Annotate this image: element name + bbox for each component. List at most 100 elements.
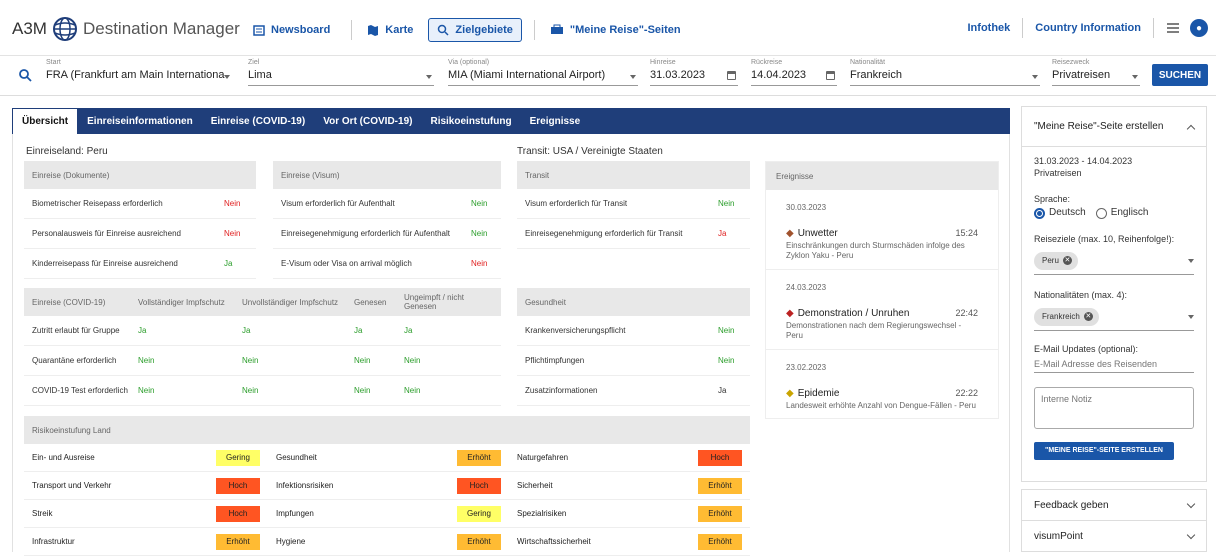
infothek-link[interactable]: Infothek xyxy=(968,22,1011,34)
logo-prefix: A3M xyxy=(12,19,47,38)
risk-level-badge: Gering xyxy=(456,505,501,522)
column-header: Ungeimpft / nicht Genesen xyxy=(404,293,465,311)
tab-risikoeinstufung[interactable]: Risikoeinstufung xyxy=(421,108,520,134)
user-icon[interactable]: ● xyxy=(1190,19,1208,37)
risk-level-badge: Hoch xyxy=(215,505,260,522)
reisezweck-field[interactable]: Reisezweck Privatreisen xyxy=(1052,59,1140,86)
table-row: Zusatzinformationen Ja xyxy=(517,376,750,406)
risk-level-badge: Hoch xyxy=(456,477,501,494)
start-field[interactable]: Start FRA (Frankfurt am Main Internation… xyxy=(46,59,232,86)
meine-reise-button[interactable]: "Meine Reise"-Seiten xyxy=(541,18,690,42)
zielgebiete-label: Zielgebiete xyxy=(455,24,513,36)
panel-header[interactable]: "Meine Reise"-Seite erstellen xyxy=(1022,107,1206,147)
event-item[interactable]: ◆ Demonstration / Unruhen 22:42 Demonstrat… xyxy=(766,304,998,350)
chevron-up-icon[interactable] xyxy=(1186,124,1196,133)
row-value: Ja xyxy=(718,229,727,238)
chevron-down-icon[interactable] xyxy=(224,75,230,79)
nav-divider xyxy=(1022,18,1024,38)
tab-uebersicht[interactable]: Übersicht xyxy=(12,108,79,134)
chip-frankreich[interactable]: Frankreich ✕ xyxy=(1034,307,1099,326)
chevron-down-icon[interactable] xyxy=(1186,530,1196,540)
reisezweck-label: Reisezweck xyxy=(1052,59,1090,66)
row-value: Nein xyxy=(224,229,241,238)
row-label: Personalausweis für Einreise ausreichend xyxy=(32,229,181,238)
chevron-down-icon[interactable] xyxy=(1188,258,1194,263)
tab-ereignisse[interactable]: Ereignisse xyxy=(521,108,590,134)
close-icon[interactable]: ✕ xyxy=(1062,256,1072,265)
reiseziele-label: Reiseziele (max. 10, Reihenfolge!): xyxy=(1034,234,1175,244)
newsboard-button[interactable]: Newsboard xyxy=(244,18,339,42)
ziel-label: Ziel xyxy=(248,59,260,66)
app-title: Destination Manager xyxy=(82,19,240,38)
row-label: Kinderreisepass für Einreise ausreichend xyxy=(32,259,178,268)
rueckreise-label: Rückreise xyxy=(751,59,783,66)
risk-level-badge: Erhöht xyxy=(697,505,742,522)
row-label: Visum erforderlich für Aufenthalt xyxy=(281,199,395,208)
search-button[interactable]: SUCHEN xyxy=(1152,64,1208,86)
row-value: Nein xyxy=(718,356,735,365)
visumpoint-accordion[interactable]: visumPoint xyxy=(1022,521,1206,552)
covid-card: Einreise (COVID-19) Vollständiger Impfsc… xyxy=(24,288,501,406)
app-logo[interactable]: A3M Destination Manager xyxy=(12,16,240,42)
table-row: Visum erforderlich für Aufenthalt Nein xyxy=(273,189,501,219)
table-row: Einreisegenehmigung erforderlich für Auf… xyxy=(273,219,501,249)
chevron-down-icon[interactable] xyxy=(426,75,432,79)
nav-divider xyxy=(351,20,353,40)
hinreise-field[interactable]: Hinreise 31.03.2023 xyxy=(650,59,738,86)
dokumente-header: Einreise (Dokumente) xyxy=(24,161,256,189)
feedback-accordion[interactable]: Feedback geben xyxy=(1022,490,1206,521)
risiko-card: Risikoeinstufung Land Ein- und Ausreise G… xyxy=(24,416,750,556)
row-value: Nein xyxy=(471,199,488,208)
nationalitaet-field[interactable]: Nationalität Frankreich xyxy=(850,59,1040,86)
chevron-down-icon[interactable] xyxy=(1132,75,1138,79)
close-icon[interactable]: ✕ xyxy=(1083,312,1093,321)
table-row: Krankenversicherungspflicht Nein xyxy=(517,316,750,346)
notiz-textarea[interactable] xyxy=(1034,387,1194,429)
transit-header: Transit xyxy=(517,161,750,189)
risk-level-badge: Erhöht xyxy=(697,533,742,550)
menu-icon[interactable] xyxy=(1166,22,1180,34)
tab-einreiseinformationen[interactable]: Einreiseinformationen xyxy=(78,108,202,134)
chevron-down-icon[interactable] xyxy=(630,75,636,79)
country-information-link[interactable]: Country Information xyxy=(1035,22,1141,34)
cell-value: Nein xyxy=(242,356,259,365)
tab-vor-ort-covid[interactable]: Vor Ort (COVID-19) xyxy=(314,108,421,134)
via-field[interactable]: Via (optional) MIA (Miami International … xyxy=(448,59,638,86)
radio-englisch[interactable] xyxy=(1095,207,1107,219)
chip-peru[interactable]: Peru ✕ xyxy=(1034,251,1078,270)
cell-value: Ja xyxy=(242,326,251,335)
chevron-down-icon[interactable] xyxy=(1186,499,1196,508)
search-icon xyxy=(19,69,32,82)
cell-value: Nein xyxy=(138,386,155,395)
risk-label: Spezialrisiken xyxy=(516,509,567,518)
ziel-field[interactable]: Ziel Lima xyxy=(248,59,434,86)
risk-row: Transport und Verkehr Hoch Infektionsrisik… xyxy=(24,472,750,500)
rueckreise-field[interactable]: Rückreise 14.04.2023 xyxy=(751,59,837,86)
zielgebiete-button[interactable]: Zielgebiete xyxy=(428,18,522,42)
visumpoint-label: visumPoint xyxy=(1034,531,1083,542)
calendar-icon[interactable] xyxy=(826,71,835,80)
chevron-down-icon[interactable] xyxy=(1188,314,1194,319)
chevron-down-icon[interactable] xyxy=(1032,75,1038,79)
risk-label: Ein- und Ausreise xyxy=(32,453,95,462)
create-page-button[interactable]: "MEINE REISE"-SEITE ERSTELLEN xyxy=(1034,442,1174,460)
row-label: Zusatzinformationen xyxy=(525,386,598,395)
hinreise-label: Hinreise xyxy=(650,59,676,66)
risk-label: Impfungen xyxy=(275,509,314,518)
risk-label: Sicherheit xyxy=(516,481,553,490)
reiseziele-select[interactable]: Peru ✕ xyxy=(1034,247,1194,275)
calendar-icon[interactable] xyxy=(727,71,736,80)
visum-card: Einreise (Visum) Visum erforderlich für … xyxy=(273,161,501,279)
row-value: Nein xyxy=(224,199,241,208)
row-label: Pflichtimpfungen xyxy=(525,356,585,365)
event-item[interactable]: ◆ Unwetter 15:24 Einschränkungen durch Stu… xyxy=(766,224,998,270)
event-item[interactable]: ◆ Epidemie 22:22 Landesweit erhöhte Anzahl… xyxy=(766,384,998,419)
radio-deutsch[interactable] xyxy=(1034,207,1045,219)
tab-einreise-covid[interactable]: Einreise (COVID-19) xyxy=(202,108,314,134)
meine-reise-label: "Meine Reise"-Seiten xyxy=(569,24,681,36)
email-input[interactable] xyxy=(1034,355,1194,373)
nationalitaeten-select[interactable]: Frankreich ✕ xyxy=(1034,303,1194,331)
karte-button[interactable]: Karte xyxy=(358,18,422,42)
trip-purpose: Privatreisen xyxy=(1034,168,1082,178)
cell-value: Nein xyxy=(242,386,259,395)
